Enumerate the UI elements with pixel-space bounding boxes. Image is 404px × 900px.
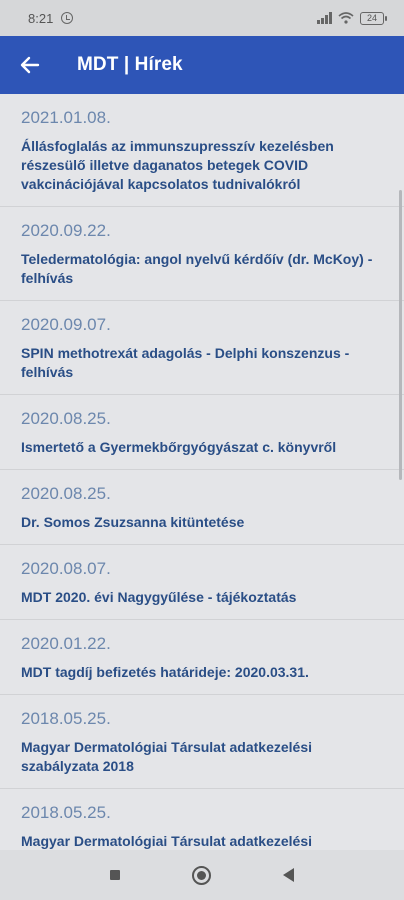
news-title: Magyar Dermatológiai Társulat adatkezelé… — [21, 739, 312, 774]
news-title: MDT tagdíj befizetés határideje: 2020.03… — [21, 664, 309, 680]
news-date: 2020.09.07. — [21, 315, 111, 334]
news-date: 2020.09.22. — [21, 221, 111, 240]
app-bar: MDT | Hírek — [0, 36, 404, 94]
list-item[interactable]: 2020.09.22. Teledermatológia: angol nyel… — [0, 207, 404, 301]
list-item[interactable]: 2018.05.25. Magyar Dermatológiai Társula… — [0, 695, 404, 789]
news-title: Magyar Dermatológiai Társulat adatkezelé… — [21, 833, 312, 849]
news-list[interactable]: 2021.01.08. Állásfoglalás az immunszupre… — [0, 94, 404, 850]
list-item[interactable]: 2020.09.07. SPIN methotrexát adagolás - … — [0, 301, 404, 395]
signal-icon — [317, 12, 332, 24]
status-left: 8:21 — [28, 10, 74, 26]
list-item[interactable]: 2021.01.08. Állásfoglalás az immunszupre… — [0, 94, 404, 207]
status-bar: 8:21 24 — [0, 0, 404, 36]
news-title: Ismertető a Gyermekbőrgyógyászat c. köny… — [21, 439, 337, 455]
page-title: MDT | Hírek — [77, 54, 183, 75]
list-item[interactable]: 2020.08.07. MDT 2020. évi Nagygyűlése - … — [0, 545, 404, 620]
news-date: 2020.08.25. — [21, 484, 111, 503]
news-title: MDT 2020. évi Nagygyűlése - tájékoztatás — [21, 589, 297, 605]
triangle-left-icon[interactable] — [283, 868, 294, 882]
list-item[interactable]: 2018.05.25. Magyar Dermatológiai Társula… — [0, 789, 404, 850]
news-date: 2020.01.22. — [21, 634, 111, 653]
battery-icon: 24 — [360, 11, 387, 25]
news-date: 2021.01.08. — [21, 108, 111, 127]
system-nav-bar — [0, 850, 404, 900]
status-time: 8:21 — [28, 10, 54, 26]
news-title: SPIN methotrexát adagolás - Delphi konsz… — [21, 345, 350, 380]
alarm-icon — [61, 12, 74, 24]
news-date: 2020.08.25. — [21, 409, 111, 428]
status-right: 24 — [317, 11, 387, 25]
news-title: Teledermatológia: angol nyelvű kérdőív (… — [21, 251, 373, 286]
back-button[interactable] — [2, 36, 58, 94]
scrollbar[interactable] — [399, 190, 402, 480]
arrow-left-icon — [20, 56, 40, 74]
list-item[interactable]: 2020.08.25. Ismertető a Gyermekbőrgyógyá… — [0, 395, 404, 470]
square-icon[interactable] — [110, 870, 120, 880]
circle-icon[interactable] — [192, 865, 211, 885]
news-date: 2018.05.25. — [21, 803, 111, 822]
list-item[interactable]: 2020.01.22. MDT tagdíj befizetés határid… — [0, 620, 404, 695]
news-date: 2018.05.25. — [21, 709, 111, 728]
news-title: Állásfoglalás az immunszupresszív kezelé… — [21, 138, 334, 192]
news-date: 2020.08.07. — [21, 559, 111, 578]
wifi-icon — [338, 12, 354, 24]
news-title: Dr. Somos Zsuzsanna kitüntetése — [21, 514, 245, 530]
list-item[interactable]: 2020.08.25. Dr. Somos Zsuzsanna kitüntet… — [0, 470, 404, 545]
